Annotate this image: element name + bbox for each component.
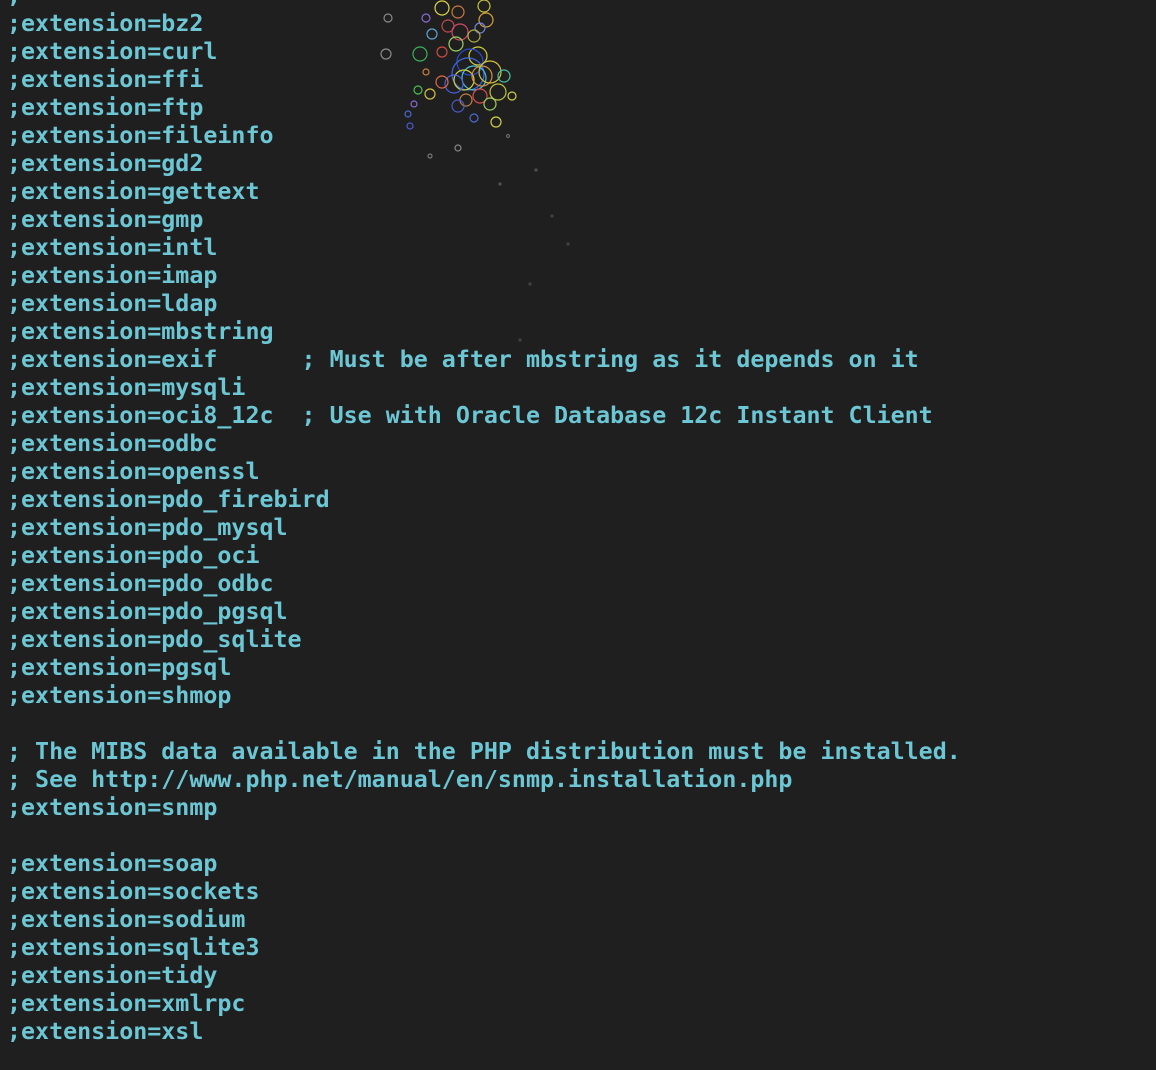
- code-line: ;extension=curl: [7, 38, 218, 65]
- code-line: ;extension=shmop: [7, 682, 232, 709]
- code-line: ;extension=pdo_odbc: [7, 570, 274, 597]
- code-line: ;extension=sodium: [7, 906, 246, 933]
- terminal-editor[interactable]: ; ;extension=bz2 ;extension=curl ;extens…: [0, 0, 1156, 1070]
- code-line: ;extension=snmp: [7, 794, 218, 821]
- code-line: ;extension=odbc: [7, 430, 218, 457]
- code-line: ;extension=sockets: [7, 878, 260, 905]
- code-line: ;extension=gmp: [7, 206, 204, 233]
- code-line: ; The MIBS data available in the PHP dis…: [7, 738, 961, 765]
- code-line: ;extension=mbstring: [7, 318, 274, 345]
- code-line: ;extension=ftp: [7, 94, 204, 121]
- code-line: ;extension=pdo_mysql: [7, 514, 288, 541]
- code-line: ;extension=gd2: [7, 150, 204, 177]
- code-line: ;: [7, 0, 961, 10]
- code-line: ;extension=xsl: [7, 1018, 204, 1045]
- code-line: ;extension=intl: [7, 234, 218, 261]
- code-line: ;extension=pdo_pgsql: [7, 598, 288, 625]
- code-line: ;extension=ldap: [7, 290, 218, 317]
- code-line: ;extension=sqlite3: [7, 934, 260, 961]
- code-line: ;extension=oci8_12c ; Use with Oracle Da…: [7, 402, 933, 429]
- code-line: ;extension=exif ; Must be after mbstring…: [7, 346, 919, 373]
- code-line: ; See http://www.php.net/manual/en/snmp.…: [7, 766, 793, 793]
- code-line: ;extension=xmlrpc: [7, 990, 246, 1017]
- code-lines: ; ;extension=bz2 ;extension=curl ;extens…: [7, 0, 961, 1046]
- code-line: ;extension=pdo_oci: [7, 542, 260, 569]
- code-line: ;extension=openssl: [7, 458, 260, 485]
- code-line: ;extension=pdo_sqlite: [7, 626, 302, 653]
- code-line: ;extension=mysqli: [7, 374, 246, 401]
- code-line: ;extension=bz2: [7, 10, 204, 37]
- code-line: ;extension=ffi: [7, 66, 204, 93]
- code-line: ;extension=pdo_firebird: [7, 486, 330, 513]
- code-line: ;extension=fileinfo: [7, 122, 274, 149]
- code-line: ;extension=pgsql: [7, 654, 232, 681]
- code-line: ;extension=soap: [7, 850, 218, 877]
- code-line: ;extension=gettext: [7, 178, 260, 205]
- code-line: ;extension=imap: [7, 262, 218, 289]
- code-line: ;extension=tidy: [7, 962, 218, 989]
